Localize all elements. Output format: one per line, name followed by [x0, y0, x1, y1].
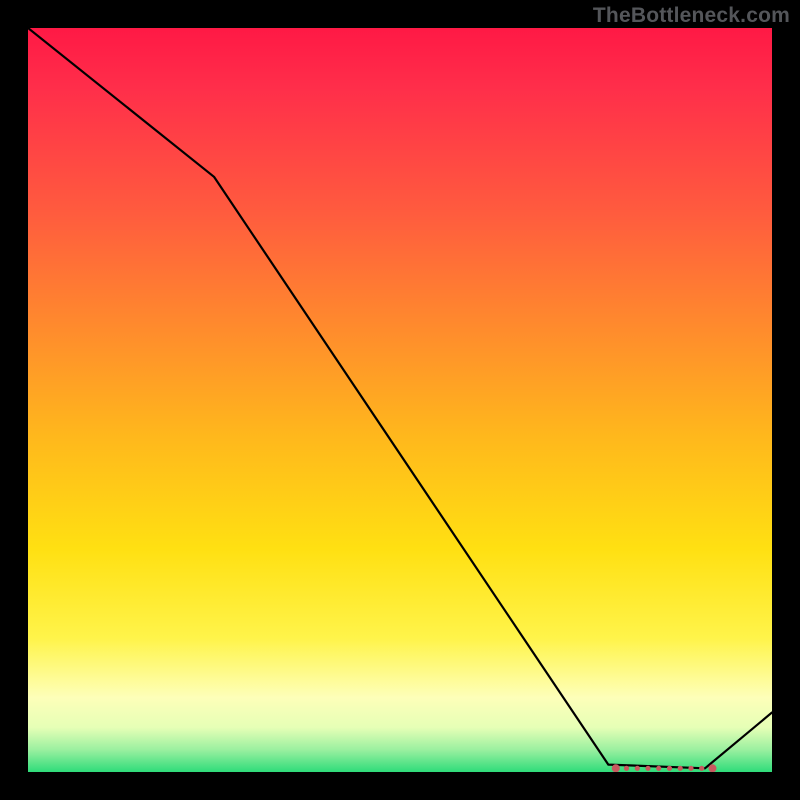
plot-area: [28, 28, 772, 772]
marker-dot: [645, 766, 650, 771]
watermark-text: TheBottleneck.com: [593, 4, 790, 28]
marker-dot: [688, 766, 693, 771]
chart-line-group: [28, 28, 772, 768]
marker-dot: [612, 764, 620, 772]
chart-svg: [28, 28, 772, 772]
marker-dot: [635, 766, 640, 771]
marker-dot: [699, 766, 704, 771]
marker-dot: [667, 766, 672, 771]
marker-dot: [709, 764, 717, 772]
chart-frame: TheBottleneck.com: [0, 0, 800, 800]
marker-dot: [624, 766, 629, 771]
marker-dot: [678, 766, 683, 771]
marker-dot: [656, 766, 661, 771]
chart-line: [28, 28, 772, 768]
